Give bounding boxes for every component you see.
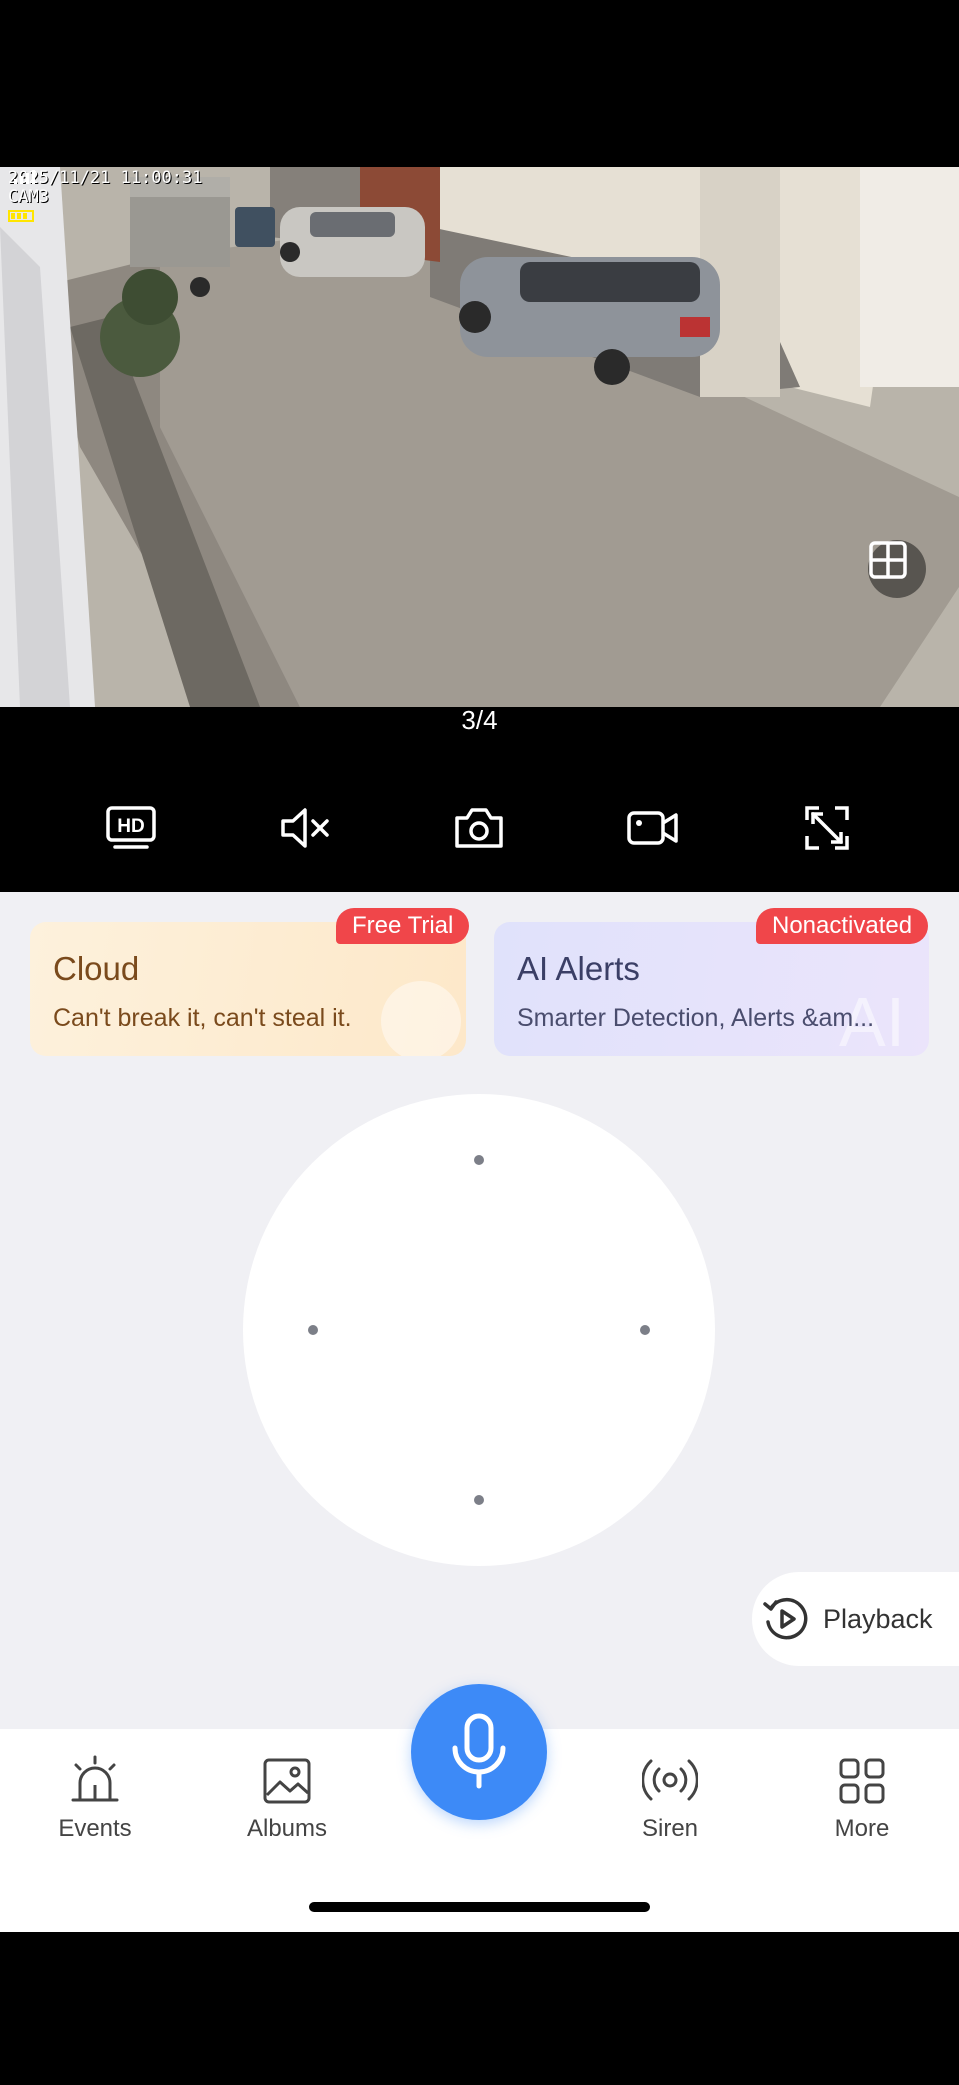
nav-siren-label: Siren	[641, 1815, 699, 1842]
nav-albums[interactable]: Albums	[207, 1749, 367, 1843]
album-image-icon	[263, 1758, 311, 1804]
snapshot-button[interactable]	[446, 795, 512, 861]
grid-icon	[869, 541, 907, 579]
svg-text:HD: HD	[117, 816, 144, 837]
record-button[interactable]	[620, 795, 686, 861]
fullscreen-icon	[805, 806, 849, 850]
talk-microphone-button[interactable]	[411, 1684, 547, 1820]
osd-status	[8, 170, 202, 226]
microphone-icon	[452, 1713, 506, 1789]
parked-white-car	[280, 207, 425, 277]
nav-more[interactable]: More	[782, 1749, 942, 1843]
cloud-watermark-icon	[381, 981, 461, 1056]
bottom-black-area	[0, 1932, 959, 2085]
nav-events-label: Events	[58, 1815, 132, 1842]
nav-more-label: More	[834, 1815, 890, 1842]
alarm-light-icon	[71, 1755, 119, 1802]
hd-icon: HD	[106, 806, 156, 849]
nav-siren[interactable]: Siren	[590, 1749, 750, 1843]
osd-camera-name: CAM3	[8, 187, 49, 207]
video-osd: 2025/11/21 11:00:31 CAM3	[8, 169, 202, 226]
cloud-subtitle: Can't break it, can't steal it.	[53, 1004, 352, 1032]
home-indicator	[309, 1902, 650, 1912]
ai-alerts-subtitle: Smarter Detection, Alerts &am...	[517, 1004, 875, 1032]
status-bar-area	[0, 0, 959, 167]
mute-button[interactable]	[273, 795, 339, 861]
fullscreen-button[interactable]	[794, 795, 860, 861]
camera-scene	[0, 167, 959, 707]
nav-albums-label: Albums	[246, 1815, 328, 1842]
cloud-title: Cloud	[53, 950, 140, 987]
signal-icon	[14, 170, 35, 184]
ai-alerts-title: AI Alerts	[517, 950, 640, 987]
live-video-feed[interactable]: 2025/11/21 11:00:31 CAM3	[0, 167, 959, 707]
camera-page-indicator: 3/4	[461, 705, 498, 735]
nav-events[interactable]: Events	[15, 1749, 175, 1843]
hd-button[interactable]: HD	[98, 795, 164, 861]
playback-icon	[763, 1597, 808, 1640]
multi-view-grid-button[interactable]	[868, 540, 926, 598]
video-toolbar: HD	[0, 795, 959, 861]
more-grid-icon	[839, 1758, 885, 1804]
playback-label: Playback	[823, 1603, 933, 1634]
ptz-down-dot[interactable]	[474, 1495, 484, 1505]
battery-icon	[8, 210, 34, 222]
ptz-left-dot[interactable]	[308, 1325, 318, 1335]
ptz-up-dot[interactable]	[474, 1155, 484, 1165]
ptz-joystick[interactable]	[243, 1094, 715, 1566]
mute-icon	[281, 808, 329, 848]
nonactivated-badge: Nonactivated	[756, 908, 929, 944]
siren-icon	[642, 1759, 698, 1801]
ptz-right-dot[interactable]	[640, 1325, 650, 1335]
free-trial-badge: Free Trial	[336, 908, 470, 944]
record-icon	[627, 811, 678, 845]
camera-icon	[455, 808, 503, 848]
playback-button[interactable]: Playback	[752, 1572, 959, 1666]
